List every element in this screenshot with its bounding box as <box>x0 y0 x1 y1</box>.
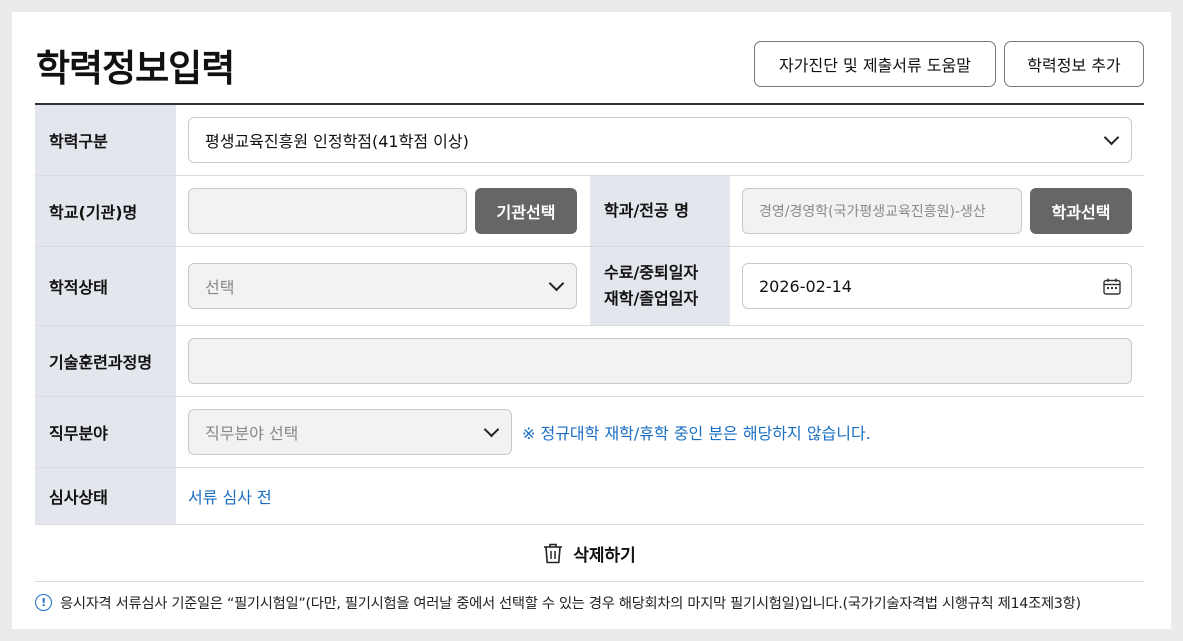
job-field-placeholder: 직무분야 선택 <box>205 424 299 443</box>
edu-type-label: 학력구분 <box>35 105 176 175</box>
education-form-table: 학력구분 평생교육진흥원 인정학점(41학점 이상) 학교(기관)명 기관선택 … <box>35 103 1144 582</box>
review-label: 심사상태 <box>35 468 176 524</box>
chevron-down-icon <box>483 421 500 438</box>
date-value: 2026-02-14 <box>759 276 852 296</box>
row-status-date: 학적상태 선택 수료/중퇴일자 재학/졸업일자 2026-02-14 <box>35 247 1144 326</box>
job-field-select[interactable]: 직무분야 선택 <box>188 409 512 455</box>
row-review-status: 심사상태 서류 심사 전 <box>35 468 1144 525</box>
chevron-down-icon <box>548 275 565 292</box>
date-label-line1: 수료/중퇴일자 <box>604 263 699 282</box>
trash-icon <box>544 543 563 563</box>
date-input[interactable]: 2026-02-14 <box>742 263 1132 309</box>
status-label: 학적상태 <box>35 247 176 325</box>
edu-type-value: 평생교육진흥원 인정학점(41학점 이상) <box>205 132 469 151</box>
page-title: 학력정보입력 <box>36 47 235 90</box>
job-field-note: ※ 정규대학 재학/휴학 중인 분은 해당하지 않습니다. <box>522 424 871 443</box>
chevron-down-icon <box>1103 129 1120 146</box>
date-label-line2: 재학/졸업일자 <box>604 289 699 308</box>
major-input[interactable]: 경영/경영학(국가평생교육진흥원)-생산 <box>742 188 1022 234</box>
status-placeholder: 선택 <box>205 278 235 297</box>
add-education-button[interactable]: 학력정보 추가 <box>1004 41 1144 87</box>
info-icon: ! <box>35 594 52 611</box>
delete-label: 삭제하기 <box>573 545 636 566</box>
page-frame: 학력정보입력 자가진단 및 제출서류 도움말 학력정보 추가 학력구분 평생교육… <box>12 12 1171 629</box>
select-institution-button[interactable]: 기관선택 <box>475 188 577 234</box>
course-label: 기술훈련과정명 <box>35 326 176 396</box>
major-label-cell: 학과/전공 명 <box>590 176 730 246</box>
delete-button[interactable]: 삭제하기 <box>35 525 1144 582</box>
school-label: 학교(기관)명 <box>35 176 176 246</box>
date-label-cell: 수료/중퇴일자 재학/졸업일자 <box>590 247 730 325</box>
footnote: ! 응시자격 서류심사 기준일은 “필기시험일”(다만, 필기시험을 여러날 중… <box>35 592 1081 613</box>
footnote-text: 응시자격 서류심사 기준일은 “필기시험일”(다만, 필기시험을 여러날 중에서… <box>60 596 1081 612</box>
calendar-icon[interactable] <box>1103 278 1121 295</box>
row-school-major: 학교(기관)명 기관선택 학과/전공 명 경영/경영학(국가평생교육진흥원)-생… <box>35 176 1144 247</box>
major-placeholder: 경영/경영학(국가평생교육진흥원)-생산 <box>759 204 986 220</box>
job-field-label: 직무분야 <box>35 397 176 467</box>
review-status-value: 서류 심사 전 <box>188 488 272 507</box>
edu-type-select[interactable]: 평생교육진흥원 인정학점(41학점 이상) <box>188 117 1132 163</box>
row-course: 기술훈련과정명 <box>35 326 1144 397</box>
help-button[interactable]: 자가진단 및 제출서류 도움말 <box>754 41 996 87</box>
major-label: 학과/전공 명 <box>604 201 690 220</box>
select-major-button[interactable]: 학과선택 <box>1030 188 1132 234</box>
status-select[interactable]: 선택 <box>188 263 577 309</box>
course-input[interactable] <box>188 338 1132 384</box>
school-input[interactable] <box>188 188 467 234</box>
row-job-field: 직무분야 직무분야 선택 ※ 정규대학 재학/휴학 중인 분은 해당하지 않습니… <box>35 397 1144 468</box>
row-edu-type: 학력구분 평생교육진흥원 인정학점(41학점 이상) <box>35 105 1144 176</box>
